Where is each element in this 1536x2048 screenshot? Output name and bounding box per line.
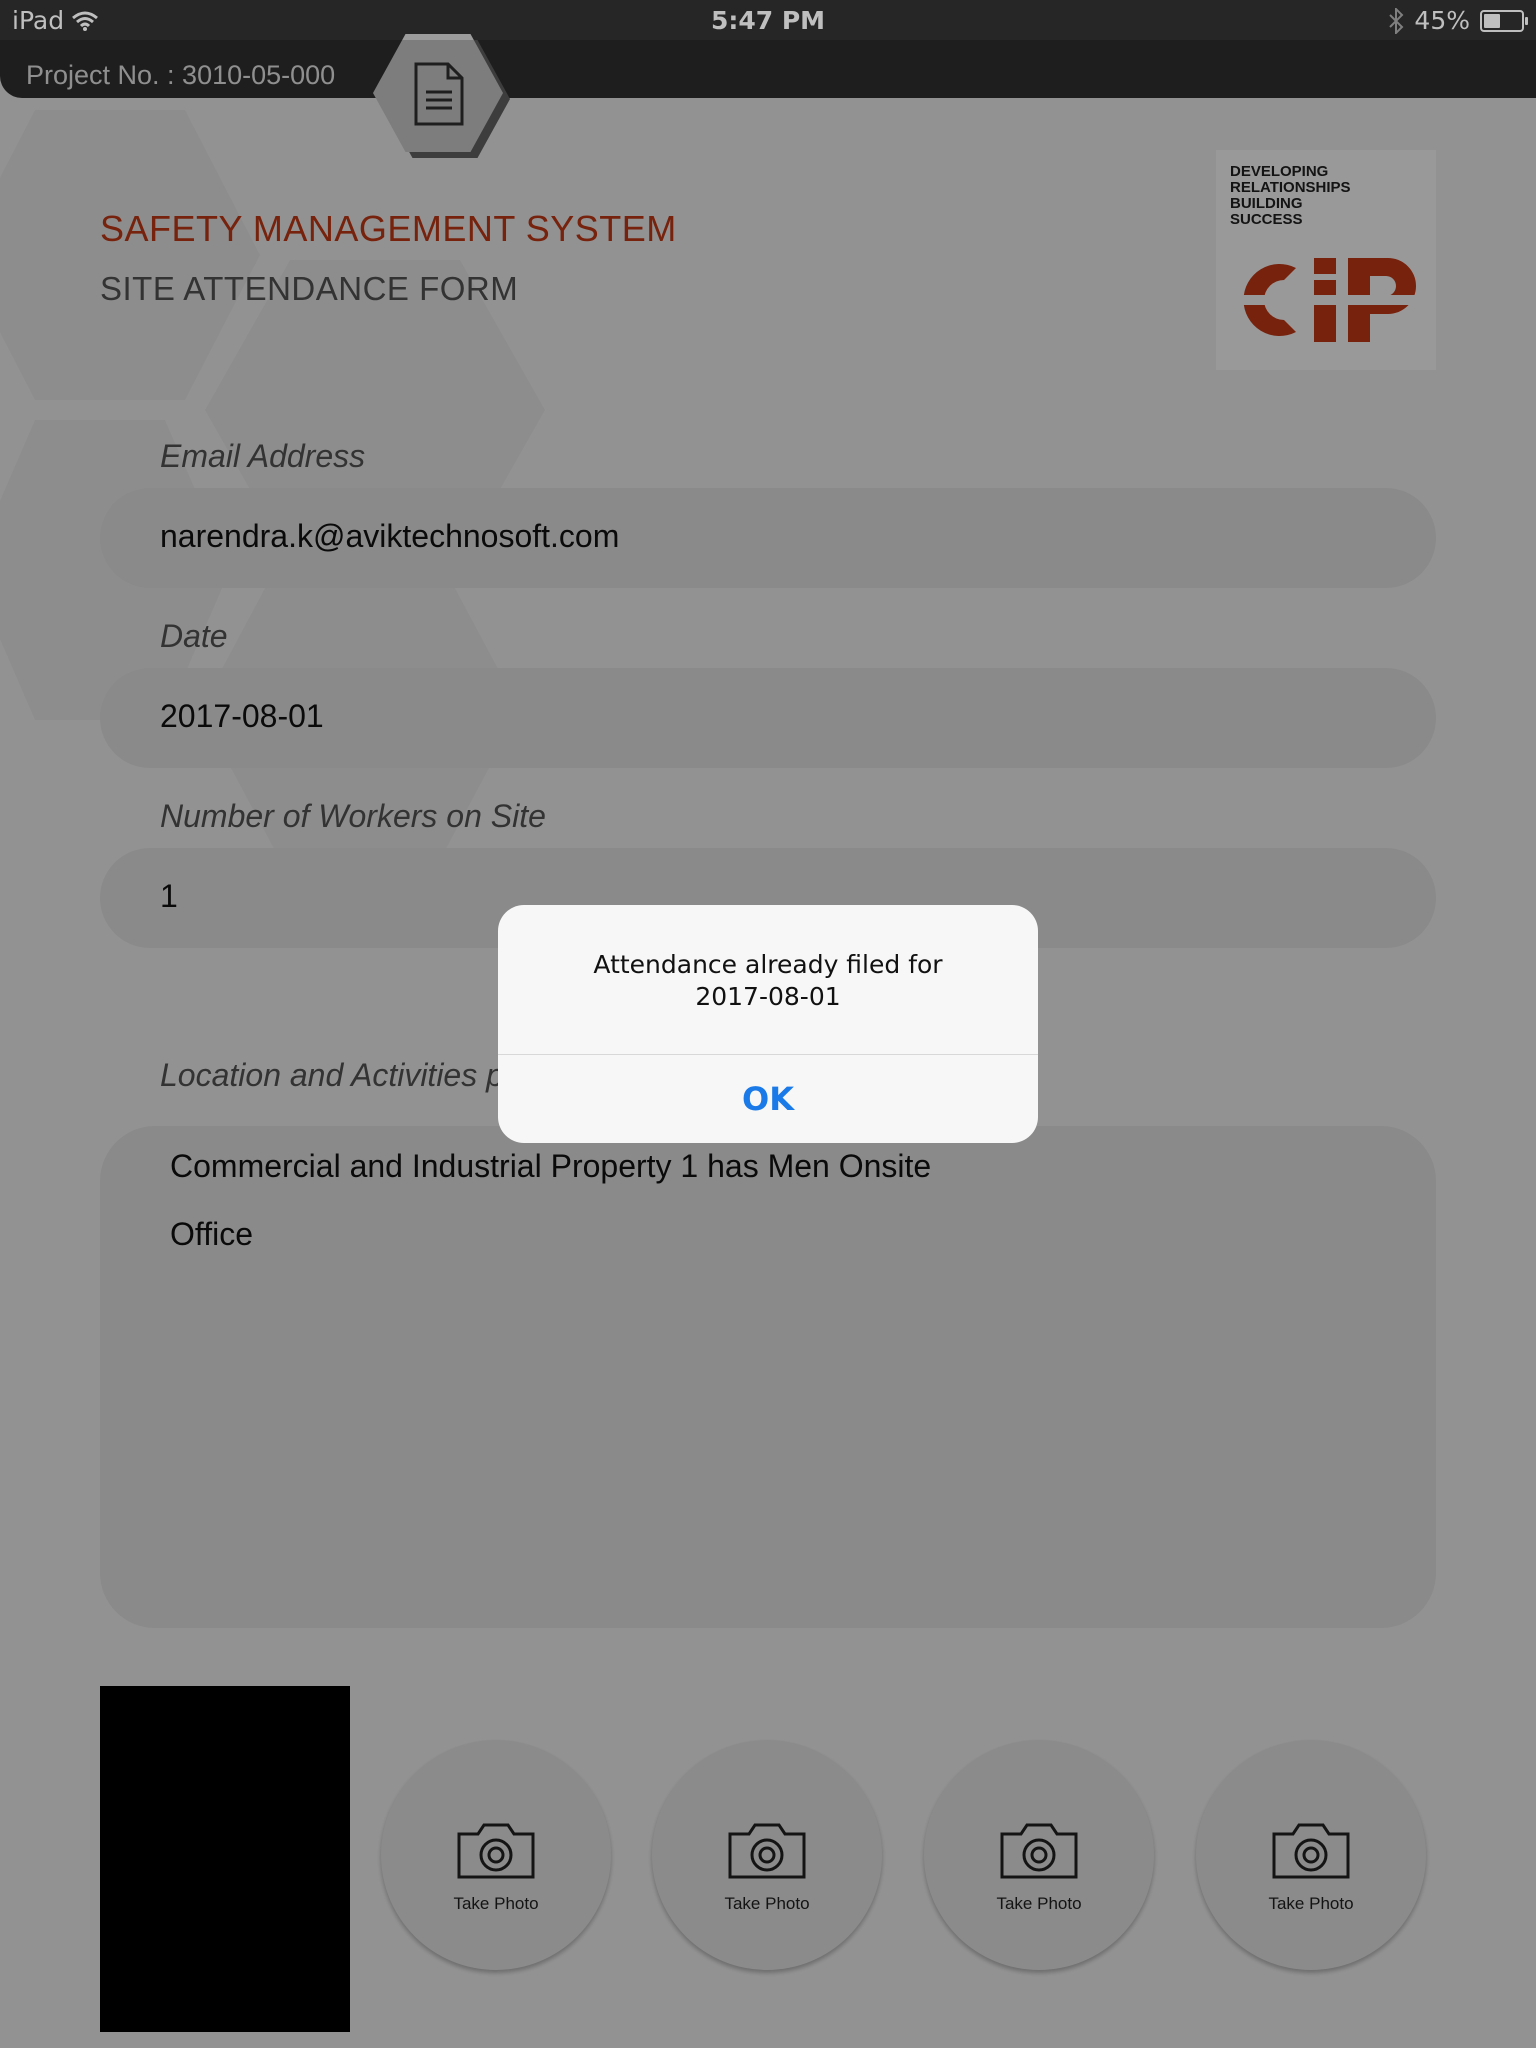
alert-message-line: Attendance already filed for (593, 950, 943, 979)
alert-dialog: Attendance already filed for 2017-08-01 … (498, 905, 1038, 1143)
alert-message-line: 2017-08-01 (695, 982, 841, 1011)
alert-message: Attendance already filed for 2017-08-01 (498, 949, 1038, 1013)
status-bar-dim (0, 0, 1536, 40)
alert-ok-button[interactable]: OK (498, 1055, 1038, 1143)
